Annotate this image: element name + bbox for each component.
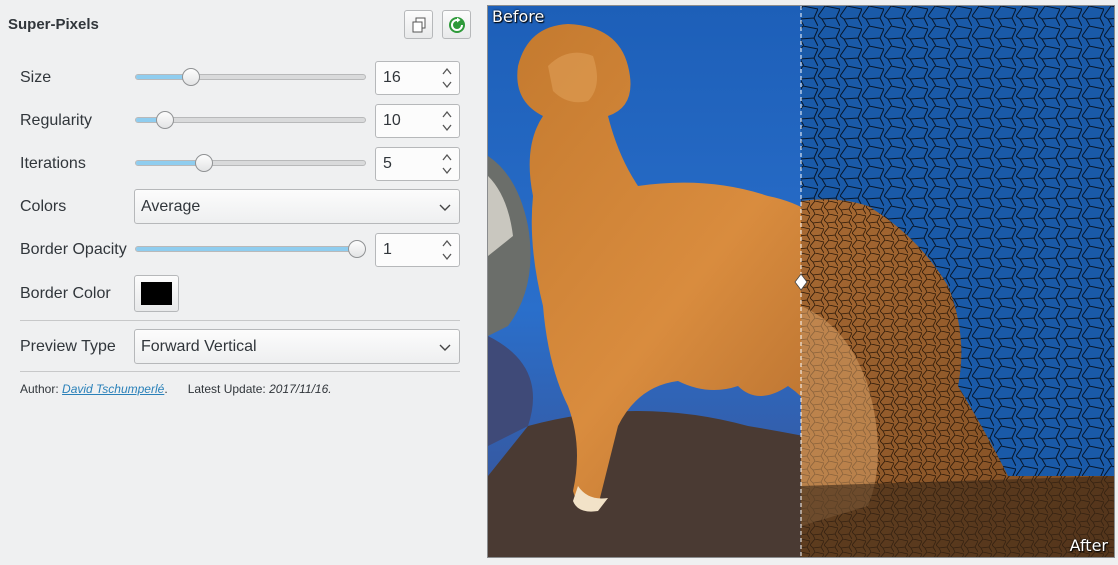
size-slider-handle[interactable] xyxy=(182,68,200,86)
regularity-slider[interactable] xyxy=(135,111,366,129)
author-link[interactable]: David Tschumperlé xyxy=(62,382,164,396)
iterations-slider-handle[interactable] xyxy=(195,154,213,172)
colors-label: Colors xyxy=(20,198,67,215)
refresh-icon xyxy=(448,16,465,33)
regularity-spinbox[interactable]: 10 xyxy=(375,104,460,138)
preview-type-selected-value: Forward Vertical xyxy=(141,338,257,355)
spin-arrows-icon[interactable] xyxy=(441,237,453,263)
preview-type-dropdown[interactable]: Forward Vertical xyxy=(134,329,460,364)
filter-parameters-panel: Super-Pixels Size 16 Regularity 10 Itera… xyxy=(0,0,480,565)
regularity-value: 10 xyxy=(383,112,401,129)
refresh-button[interactable] xyxy=(442,10,471,39)
regularity-slider-handle[interactable] xyxy=(156,111,174,129)
border-color-swatch xyxy=(141,282,172,305)
regularity-label: Regularity xyxy=(20,112,93,129)
iterations-spinbox[interactable]: 5 xyxy=(375,147,460,181)
copy-button[interactable] xyxy=(404,10,433,39)
size-label: Size xyxy=(20,69,52,86)
size-value: 16 xyxy=(383,69,401,86)
spin-arrows-icon[interactable] xyxy=(441,108,453,134)
chevron-down-icon xyxy=(439,344,451,351)
iterations-value: 5 xyxy=(383,155,392,172)
author-suffix: . xyxy=(164,382,168,396)
iterations-slider[interactable] xyxy=(135,154,366,172)
border-color-button[interactable] xyxy=(134,275,179,312)
colors-selected-value: Average xyxy=(141,198,201,215)
border-opacity-slider-fill xyxy=(136,247,357,251)
border-opacity-value: 1 xyxy=(383,241,392,258)
border-opacity-label: Border Opacity xyxy=(20,241,127,258)
update-label: Latest Update: xyxy=(187,382,266,396)
chevron-down-icon xyxy=(439,204,451,211)
size-spinbox[interactable]: 16 xyxy=(375,61,460,95)
filter-title: Super-Pixels xyxy=(8,16,99,33)
filter-info: Author: David Tschumperlé. Latest Update… xyxy=(20,382,332,396)
before-label: Before xyxy=(492,7,545,26)
iterations-label: Iterations xyxy=(20,155,86,172)
spin-arrows-icon[interactable] xyxy=(441,65,453,91)
after-label: After xyxy=(1069,536,1108,555)
copy-icon xyxy=(412,17,425,32)
author-label: Author: xyxy=(20,382,59,396)
preview-image xyxy=(488,6,1114,557)
preview-area[interactable]: Before After xyxy=(487,5,1115,558)
iterations-slider-fill xyxy=(136,161,204,165)
border-opacity-slider-handle[interactable] xyxy=(348,240,366,258)
size-slider[interactable] xyxy=(135,68,366,86)
separator xyxy=(20,371,460,372)
border-opacity-slider[interactable] xyxy=(135,240,366,258)
border-color-label: Border Color xyxy=(20,285,111,302)
colors-dropdown[interactable]: Average xyxy=(134,189,460,224)
separator xyxy=(20,320,460,321)
spin-arrows-icon[interactable] xyxy=(441,151,453,177)
preview-type-label: Preview Type xyxy=(20,338,116,355)
update-date: 2017/11/16. xyxy=(269,382,332,396)
border-opacity-spinbox[interactable]: 1 xyxy=(375,233,460,267)
